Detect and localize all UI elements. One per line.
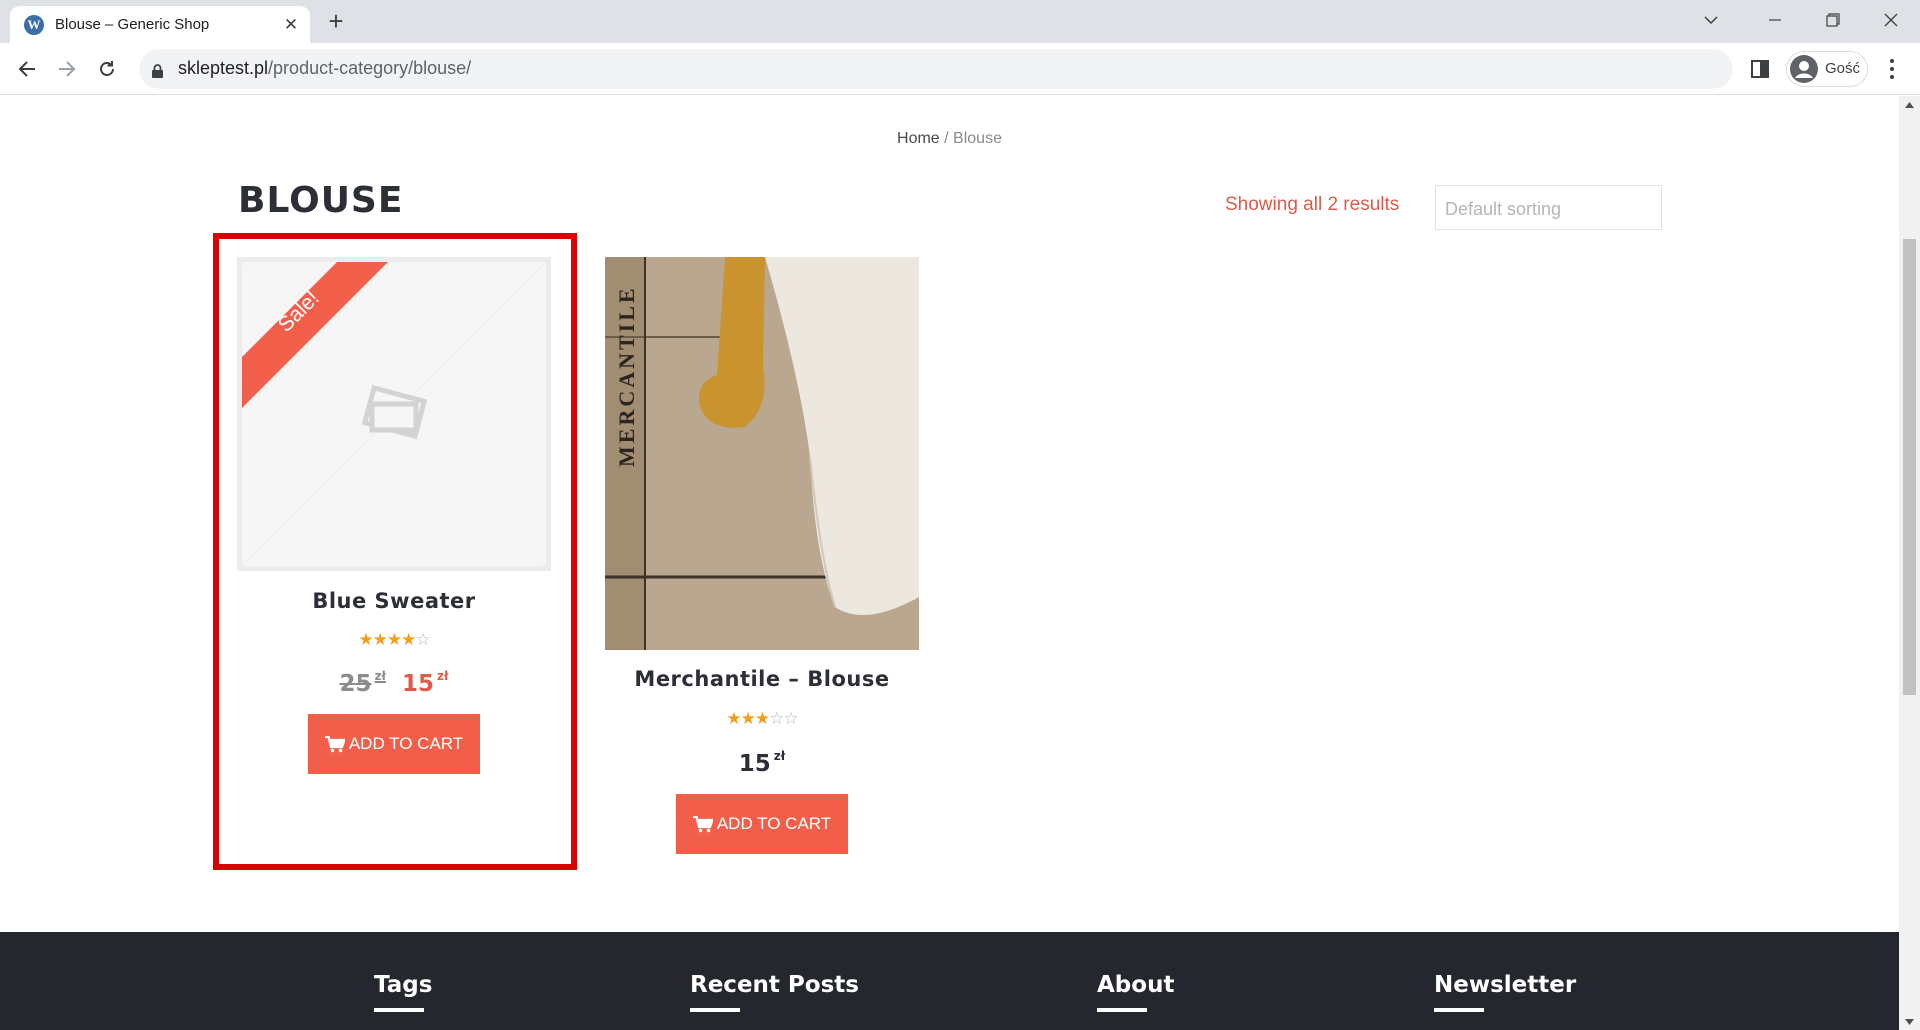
browser-tab[interactable]: W Blouse – Generic Shop ✕ [10,6,310,43]
breadcrumb-current: Blouse [953,130,1002,147]
scroll-down-arrow-icon[interactable] [1899,1013,1920,1030]
add-to-cart-button[interactable]: ADD TO CART [676,794,848,854]
product-image-merchantile[interactable]: MERCANTILE [605,257,919,650]
footer-col-about: About [1097,972,1174,1012]
currency: zł [773,749,786,763]
footer-underline [690,1008,740,1012]
scroll-up-arrow-icon[interactable] [1899,96,1920,113]
footer-underline [1434,1008,1484,1012]
side-panel-icon[interactable] [1750,59,1770,79]
product-rating: ★★★☆☆ [605,709,919,729]
page-viewport: Home / Blouse BLOUSE Showing all 2 resul… [0,96,1899,1030]
price-regular: 15 zł [738,749,786,777]
product-card-merchantile-blouse: MERCANTILE Merchantile – Blouse ★★★☆☆ 15… [605,257,919,857]
star-icon: ★ [740,709,756,728]
url-text[interactable]: skleptest.pl/product-category/blouse/ [178,58,471,79]
browser-toolbar: skleptest.pl/product-category/blouse/ Go… [0,43,1920,95]
minimize-icon[interactable] [1747,0,1803,40]
footer-col-recent-posts: Recent Posts [690,972,859,1012]
browser-titlebar: W Blouse – Generic Shop ✕ + [0,0,1920,43]
footer-underline [374,1008,424,1012]
window-close-icon[interactable] [1863,0,1919,40]
back-arrow-icon[interactable] [12,54,42,84]
wordpress-icon: W [24,15,44,35]
page-scrollbar[interactable] [1899,96,1920,1030]
footer-heading: Recent Posts [690,972,859,998]
scrollbar-thumb[interactable] [1903,239,1916,695]
footer-heading: Tags [374,972,433,998]
footer-heading: Newsletter [1434,972,1577,998]
breadcrumb-home-link[interactable]: Home [897,130,940,147]
product-name[interactable]: Merchantile – Blouse [605,667,919,691]
close-icon[interactable]: ✕ [280,14,302,36]
profile-label: Gość [1825,60,1861,77]
footer: Tags Recent Posts About Newsletter [0,932,1899,1030]
star-icon: ☆ [769,709,784,728]
footer-col-tags: Tags [374,972,432,1012]
url-path: /product-category/blouse/ [268,58,472,78]
footer-heading: About [1097,972,1175,998]
lock-icon[interactable] [152,64,163,83]
footer-underline [1097,1008,1147,1012]
image-text-mercantile: MERCANTILE [614,285,639,467]
tab-title: Blouse – Generic Shop [55,16,210,33]
price-value: 15 [738,751,771,777]
breadcrumb: Home / Blouse [0,130,1899,148]
star-icon: ☆ [783,709,798,728]
profile-button[interactable]: Gość [1786,51,1868,87]
product-photo [605,257,919,650]
breadcrumb-separator: / [939,130,954,147]
star-icon: ★ [726,709,741,728]
plus-icon[interactable]: + [322,8,350,36]
product-price: 15 zł [605,749,919,777]
reload-icon[interactable] [92,54,122,84]
chevron-down-icon[interactable] [1683,0,1739,40]
profile-icon [1790,55,1818,83]
page-title: BLOUSE [238,180,404,221]
result-count: Showing all 2 results [1225,194,1400,215]
forward-arrow-icon[interactable] [52,54,82,84]
cart-icon [692,815,713,832]
more-menu-icon[interactable] [1882,56,1902,82]
highlight-frame [213,233,577,870]
footer-col-newsletter: Newsletter [1434,972,1576,1012]
url-host: skleptest.pl [178,58,269,78]
sort-select[interactable]: Default sorting [1435,185,1662,230]
restore-icon[interactable] [1805,0,1861,40]
star-icon: ★ [754,709,770,728]
add-to-cart-label: ADD TO CART [716,814,832,833]
